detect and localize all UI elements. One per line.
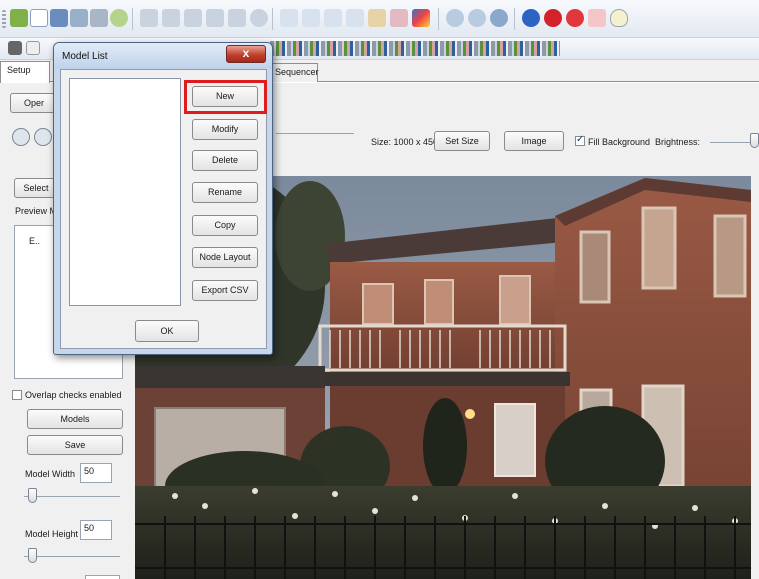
brightness-slider-track[interactable]: [710, 142, 755, 143]
settings-icon[interactable]: [490, 9, 508, 27]
close-button[interactable]: x: [226, 45, 266, 63]
effect-icon[interactable]: [26, 41, 40, 55]
effect-icon[interactable]: [8, 41, 22, 55]
open-button[interactable]: Oper: [10, 93, 58, 113]
record-icon[interactable]: [566, 9, 584, 27]
forward-icon[interactable]: [228, 9, 246, 27]
overlap-label: Overlap checks enabled: [25, 390, 122, 400]
overlap-checkbox[interactable]: [12, 390, 22, 400]
pause-icon[interactable]: [162, 9, 180, 27]
grip-icon: [2, 10, 6, 28]
model-width-slider-track[interactable]: [24, 496, 120, 497]
fill-background-label: Fill Background: [588, 137, 651, 147]
zoom-in-icon[interactable]: [446, 9, 464, 27]
ok-button[interactable]: OK: [135, 320, 199, 342]
play-round-icon[interactable]: [34, 128, 52, 146]
play-icon[interactable]: [140, 9, 158, 27]
delete-button[interactable]: Delete: [192, 150, 258, 171]
size-label: Size: 1000 x 450: [371, 137, 439, 147]
rename-button[interactable]: Rename: [192, 182, 258, 203]
save-icon[interactable]: [50, 9, 68, 27]
stop-round-icon[interactable]: [12, 128, 30, 146]
modify-button[interactable]: Modify: [192, 119, 258, 140]
dialog-titlebar[interactable]: Model List x: [54, 43, 272, 69]
diamond-icon[interactable]: [390, 9, 408, 27]
select-button[interactable]: Select: [14, 178, 58, 198]
bulb-icon[interactable]: [610, 9, 628, 27]
effect-icons-strip[interactable]: [270, 41, 560, 56]
preview-slider-track[interactable]: [276, 133, 354, 134]
new-button[interactable]: New: [192, 86, 258, 107]
model-list-dialog: Model List x New Modify Delete Rename Co…: [53, 42, 273, 355]
rewind-icon[interactable]: [206, 9, 224, 27]
brightness-label: Brightness:: [655, 137, 701, 147]
model-height-slider[interactable]: [28, 548, 37, 563]
refresh-icon[interactable]: [110, 9, 128, 27]
tab-setup[interactable]: Setup: [0, 61, 50, 83]
model-width-field[interactable]: 50: [80, 463, 112, 483]
b-outline-icon[interactable]: [346, 9, 364, 27]
main-toolbar: [0, 0, 759, 38]
triangle-icon[interactable]: [368, 9, 386, 27]
stop-sign-icon[interactable]: [544, 9, 562, 27]
gradient-icon[interactable]: [412, 9, 430, 27]
model-height-slider-track[interactable]: [24, 556, 120, 557]
text-icon[interactable]: [302, 9, 320, 27]
models-button[interactable]: Models: [27, 409, 123, 429]
bottom-field[interactable]: [85, 575, 120, 579]
dialog-title: Model List: [62, 51, 108, 62]
stop-icon[interactable]: [184, 9, 202, 27]
preview-label: Preview M: [15, 206, 58, 216]
dialog-body: New Modify Delete Rename Copy Node Layou…: [60, 69, 267, 349]
copy-button[interactable]: Copy: [192, 215, 258, 236]
image-button[interactable]: Image: [504, 131, 564, 151]
help-icon[interactable]: [588, 9, 606, 27]
tab-sequencer[interactable]: Sequencer: [268, 63, 319, 82]
loop-icon[interactable]: [250, 9, 268, 27]
list-item[interactable]: E..: [29, 236, 40, 246]
info-icon[interactable]: [522, 9, 540, 27]
node-layout-button[interactable]: Node Layout: [192, 247, 258, 268]
model-height-label: Model Height: [25, 529, 79, 539]
model-width-slider[interactable]: [28, 488, 37, 503]
model-height-field[interactable]: 50: [80, 520, 112, 540]
save-button[interactable]: Save: [27, 435, 123, 455]
open-icon[interactable]: [70, 9, 88, 27]
new-icon[interactable]: [10, 9, 28, 27]
shape-icon[interactable]: [280, 9, 298, 27]
fill-background-checkbox[interactable]: [575, 134, 585, 146]
zoom-out-icon[interactable]: [468, 9, 486, 27]
set-size-button[interactable]: Set Size: [434, 131, 490, 151]
print-icon[interactable]: [90, 9, 108, 27]
document-icon[interactable]: [30, 9, 48, 27]
brightness-slider[interactable]: [750, 133, 759, 148]
model-listbox[interactable]: [69, 78, 181, 306]
b-icon[interactable]: [324, 9, 342, 27]
model-width-label: Model Width: [25, 469, 76, 479]
export-csv-button[interactable]: Export CSV: [192, 280, 258, 301]
